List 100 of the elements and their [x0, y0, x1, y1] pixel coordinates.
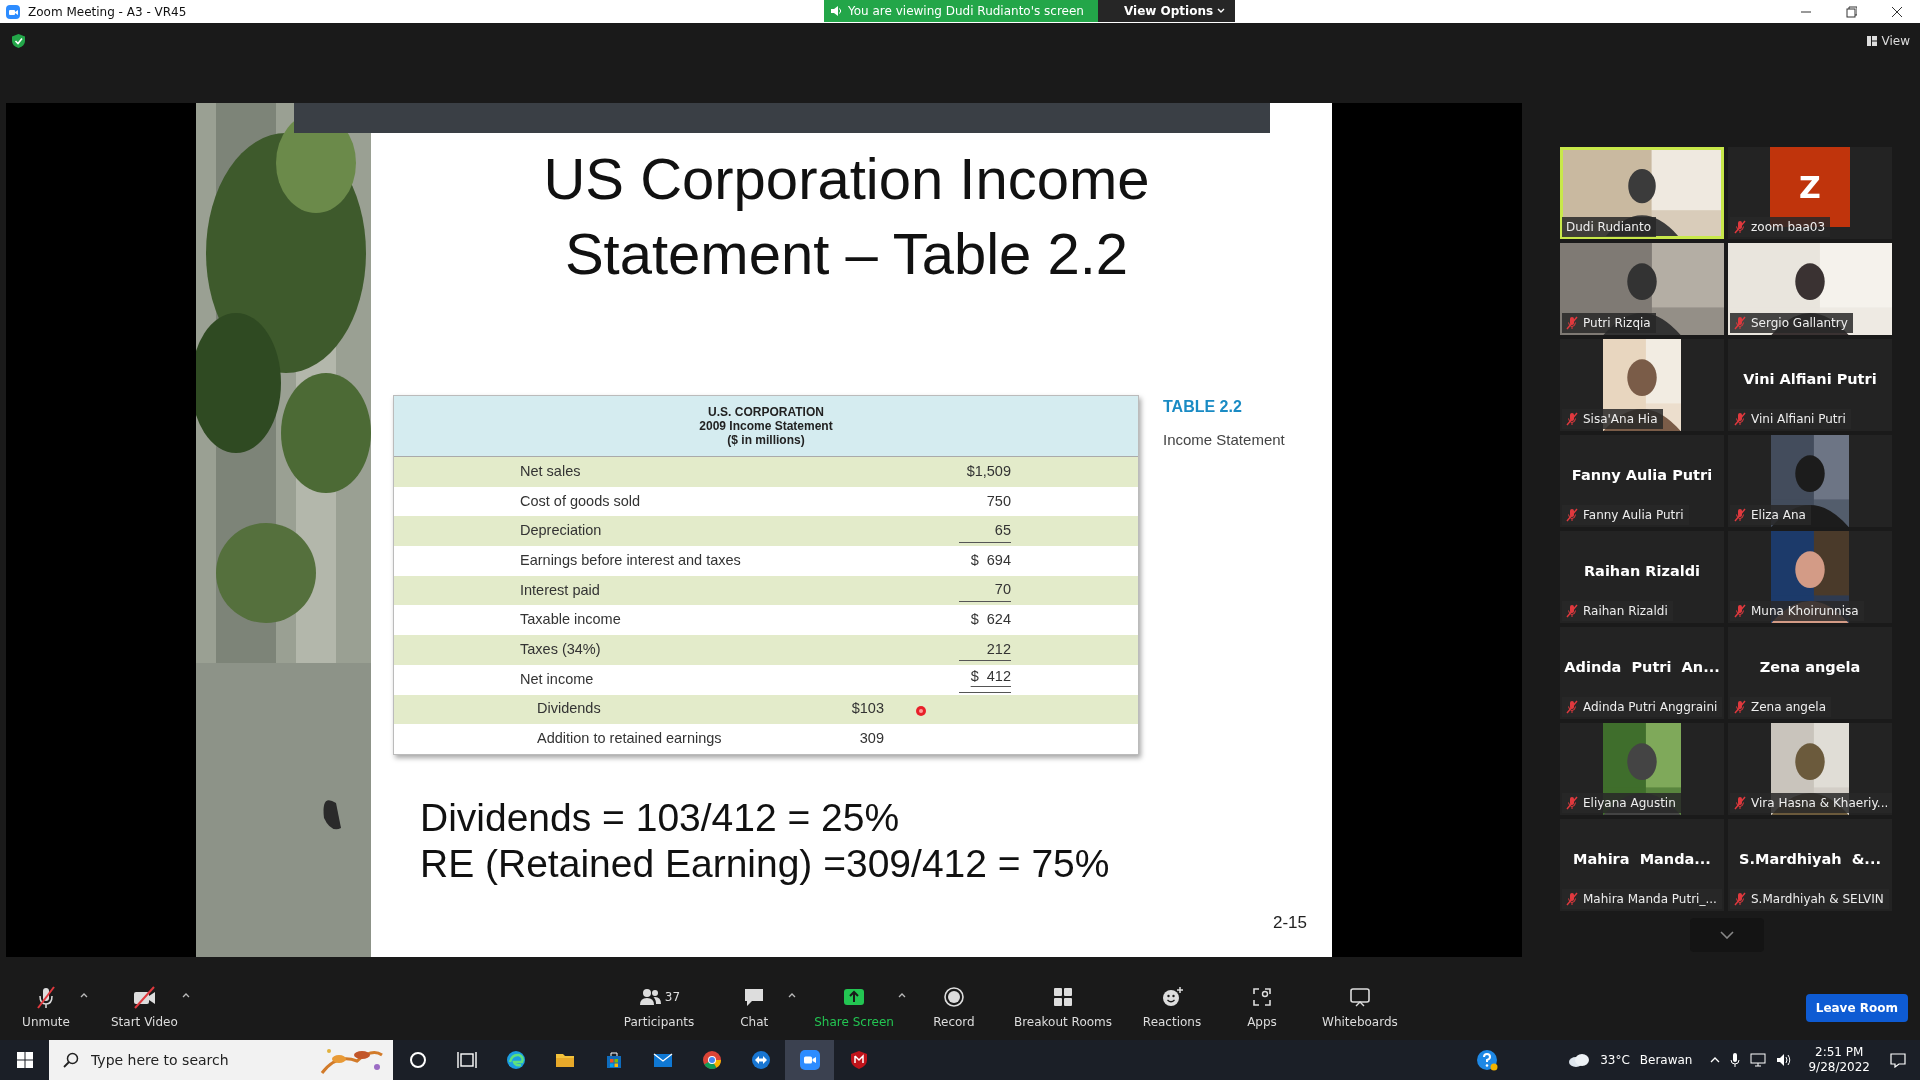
help-icon[interactable]: [1476, 1049, 1499, 1071]
chrome-browser-icon: [701, 1050, 722, 1070]
row-amount: 750: [985, 491, 1011, 511]
row-amount: 70: [959, 579, 1011, 602]
participant-name: Raihan Rizaldi: [1583, 603, 1668, 620]
row-amount: 212: [959, 638, 1011, 662]
toolbar-button[interactable]: Unmute: [16, 984, 76, 1031]
toolbar-button[interactable]: Apps: [1232, 984, 1292, 1031]
muted-mic-icon: [34, 985, 58, 1009]
weather-temperature: 33°C: [1600, 1052, 1630, 1069]
video-camera-icon: [799, 1050, 820, 1070]
participant-name: Adinda Putri Anggraini: [1583, 699, 1718, 716]
display-name: S.Mardhiyah &...: [1739, 850, 1881, 870]
toolbar-button[interactable]: Record: [923, 984, 984, 1031]
taskbar-app[interactable]: [785, 1040, 834, 1080]
formula-line: Dividends = 103/412 = 25%: [420, 794, 901, 841]
microphone-icon[interactable]: [1730, 1052, 1741, 1068]
table-caption-text: Income Statement: [1163, 430, 1285, 450]
weather-condition: Berawan: [1639, 1052, 1693, 1069]
zoom-logo-icon: [6, 4, 20, 19]
video-tile[interactable]: Vini Alfiani Putri Vini Alfiani Putri: [1728, 339, 1892, 431]
participant-name: Zena angela: [1751, 699, 1827, 716]
caret-icon[interactable]: [897, 992, 906, 998]
display-name: Fanny Aulia Putri: [1571, 466, 1713, 486]
caret-icon[interactable]: [80, 992, 88, 998]
caret-icon[interactable]: [181, 992, 190, 998]
remote-arrows-icon: [750, 1050, 771, 1070]
video-tile[interactable]: Adinda Putri An... Adinda Putri Anggraini: [1560, 627, 1724, 719]
participant-name: Sergio Gallantry: [1751, 315, 1848, 332]
video-tile[interactable]: Zena angela Zena angela: [1728, 627, 1892, 719]
view-options-button[interactable]: View Options: [1097, 0, 1236, 22]
record-icon: [941, 985, 966, 1009]
slide-title: Statement – Table 2.2: [563, 220, 1130, 288]
video-tile[interactable]: Fanny Aulia Putri Fanny Aulia Putri: [1560, 435, 1724, 527]
cloud-icon: [1568, 1053, 1591, 1067]
row-label: Depreciation: [520, 521, 602, 541]
toolbar-button[interactable]: Whiteboards: [1322, 984, 1398, 1031]
row-amount: $ 624: [969, 610, 1011, 630]
caret-icon: [1217, 8, 1226, 14]
row-label: Cost of goods sold: [520, 491, 641, 511]
participant-name: Eliyana Agustin: [1583, 795, 1676, 812]
task-view-icon: [456, 1050, 477, 1070]
banner-text: You are viewing Dudi Rudianto's screen: [848, 3, 1084, 20]
shield-icon: [848, 1050, 869, 1070]
toolbar-button[interactable]: 37 Participants: [623, 984, 695, 1031]
display-name: Vini Alfiani Putri: [1743, 370, 1877, 390]
page-number: 2-15: [1272, 911, 1307, 934]
smiley-icon: [1160, 985, 1184, 1009]
volume-icon[interactable]: [1776, 1053, 1793, 1067]
windows-logo-icon: [16, 1052, 33, 1068]
video-tile[interactable]: Raihan Rizaldi Raihan Rizaldi: [1560, 531, 1724, 623]
row-amount: 309: [858, 729, 884, 749]
display-name: Zena angela: [1759, 658, 1861, 678]
row-label: Net income: [520, 669, 594, 689]
search-bar[interactable]: Type here to search: [49, 1040, 393, 1080]
toolbar-button[interactable]: Start Video: [111, 984, 178, 1031]
participant-name: Dudi Rudianto: [1566, 219, 1651, 236]
video-tile[interactable]: Eliza Ana: [1728, 435, 1892, 527]
caret-icon[interactable]: [788, 992, 797, 998]
clock[interactable]: 2:51 PM 9/28/2022: [1808, 1045, 1870, 1075]
toolbar-button[interactable]: Reactions: [1142, 984, 1202, 1031]
chevron-down-icon: [1720, 931, 1734, 939]
chevron-up-icon[interactable]: [1710, 1057, 1721, 1063]
view-button[interactable]: View: [1866, 31, 1910, 50]
notification-icon[interactable]: [1890, 1052, 1906, 1068]
video-tile[interactable]: Muna Khoirunnisa: [1728, 531, 1892, 623]
date-text: 9/28/2022: [1808, 1060, 1870, 1075]
heading-text: 2009 Income Statement: [699, 419, 833, 433]
formula-line: RE (Retained Earning) =309/412 = 75%: [420, 840, 1111, 887]
toolbar-button[interactable]: Share Screen: [814, 984, 894, 1031]
participant-name: S.Mardhiyah & SELVIN: [1751, 891, 1884, 908]
leave-room-button[interactable]: Leave Room: [1805, 994, 1908, 1022]
video-tile[interactable]: Sisa'Ana Hia: [1560, 339, 1724, 431]
close-icon: [1891, 5, 1903, 18]
row-amount: $1,509: [965, 461, 1011, 481]
video-tile[interactable]: Putri Rizqia: [1560, 243, 1724, 335]
video-tile[interactable]: Dudi Rudianto: [1560, 147, 1724, 239]
grid-icon: [1866, 35, 1877, 46]
toolbar-button[interactable]: Chat: [724, 984, 785, 1031]
video-tile[interactable]: Vira Hasna & Khaeriy...: [1728, 723, 1892, 815]
video-tile[interactable]: Eliyana Agustin: [1560, 723, 1724, 815]
participant-name: Putri Rizqia: [1583, 315, 1651, 332]
search-field[interactable]: Type here to search: [89, 1048, 309, 1072]
row-label: Dividends: [537, 699, 601, 719]
video-tile[interactable]: Mahira Manda... Mahira Manda Putri_...: [1560, 819, 1724, 911]
participant-name: Muna Khoirunnisa: [1751, 603, 1859, 620]
speaker-icon: [830, 5, 842, 17]
video-tile[interactable]: Z zoom baa03: [1728, 147, 1892, 239]
video-tile[interactable]: Sergio Gallantry: [1728, 243, 1892, 335]
window-title: Zoom Meeting - A3 - VR45: [28, 3, 187, 21]
video-tile[interactable]: S.Mardhiyah &... S.Mardhiyah & SELVIN: [1728, 819, 1892, 911]
display-name: Mahira Manda...: [1573, 850, 1711, 870]
toolbar-button[interactable]: Breakout Rooms: [1013, 984, 1112, 1031]
circle-icon: [407, 1050, 428, 1070]
grid-icon: [1051, 985, 1075, 1009]
row-amount: 65: [959, 519, 1011, 543]
row-amount: $ 412: [959, 666, 1011, 694]
heading-text: ($ in millions): [727, 433, 805, 447]
time-text: 2:51 PM: [1814, 1045, 1865, 1060]
network-icon[interactable]: [1750, 1053, 1767, 1067]
